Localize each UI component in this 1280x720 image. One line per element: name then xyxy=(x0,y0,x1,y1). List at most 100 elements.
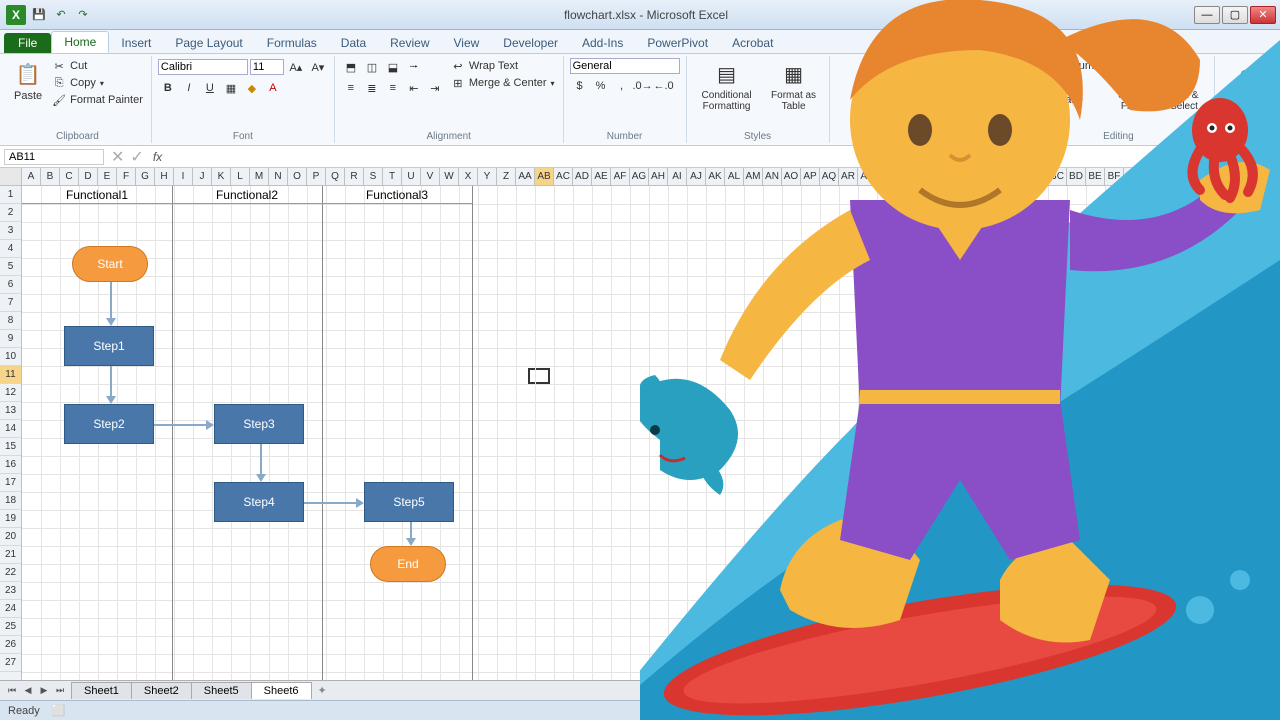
col-header-V[interactable]: V xyxy=(421,168,440,185)
row-header-14[interactable]: 14 xyxy=(0,420,21,438)
col-header-Z[interactable]: Z xyxy=(497,168,516,185)
col-header-AE[interactable]: AE xyxy=(592,168,611,185)
col-header-D[interactable]: D xyxy=(79,168,98,185)
col-header-F[interactable]: F xyxy=(117,168,136,185)
col-header-B[interactable]: B xyxy=(41,168,60,185)
file-tab[interactable]: File xyxy=(4,33,51,53)
paste-button[interactable]: 📋 Paste xyxy=(10,58,46,104)
row-header-7[interactable]: 7 xyxy=(0,294,21,312)
col-header-AG[interactable]: AG xyxy=(630,168,649,185)
col-header-AJ[interactable]: AJ xyxy=(687,168,706,185)
col-header-O[interactable]: O xyxy=(288,168,307,185)
sheet-nav-last-icon[interactable]: ⏭ xyxy=(52,683,68,699)
row-header-4[interactable]: 4 xyxy=(0,240,21,258)
col-header-Y[interactable]: Y xyxy=(478,168,497,185)
redo-icon[interactable]: ↷ xyxy=(74,6,92,24)
font-name-select[interactable] xyxy=(158,59,248,75)
enter-formula-icon[interactable]: ✓ xyxy=(127,147,146,167)
font-size-select[interactable] xyxy=(250,59,284,75)
tab-insert[interactable]: Insert xyxy=(109,33,163,53)
tab-data[interactable]: Data xyxy=(329,33,378,53)
col-header-AC[interactable]: AC xyxy=(554,168,573,185)
col-header-BD[interactable]: BD xyxy=(1067,168,1086,185)
sheet-tab-sheet5[interactable]: Sheet5 xyxy=(191,682,252,699)
col-header-AM[interactable]: AM xyxy=(744,168,763,185)
new-sheet-button[interactable]: ✦ xyxy=(312,682,333,699)
col-header-C[interactable]: C xyxy=(60,168,79,185)
row-header-27[interactable]: 27 xyxy=(0,654,21,672)
col-header-AW[interactable]: AW xyxy=(934,168,953,185)
col-header-J[interactable]: J xyxy=(193,168,212,185)
row-header-19[interactable]: 19 xyxy=(0,510,21,528)
col-header-BG[interactable]: BG xyxy=(1124,168,1143,185)
macro-record-icon[interactable]: ⬜ xyxy=(52,704,66,717)
tab-acrobat[interactable]: Acrobat xyxy=(720,33,785,53)
border-button[interactable]: ▦ xyxy=(221,79,241,97)
minimize-button[interactable]: — xyxy=(1194,6,1220,24)
row-header-20[interactable]: 20 xyxy=(0,528,21,546)
row-header-25[interactable]: 25 xyxy=(0,618,21,636)
sort-filter-button[interactable]: ⇅Sort & Filter xyxy=(1108,58,1156,114)
row-header-23[interactable]: 23 xyxy=(0,582,21,600)
tab-addins[interactable]: Add-Ins xyxy=(570,33,635,53)
col-header-AK[interactable]: AK xyxy=(706,168,725,185)
col-header-AV[interactable]: AV xyxy=(915,168,934,185)
col-header-P[interactable]: P xyxy=(307,168,326,185)
col-header-T[interactable]: T xyxy=(383,168,402,185)
flow-step3[interactable]: Step3 xyxy=(214,404,304,444)
tab-formulas[interactable]: Formulas xyxy=(255,33,329,53)
flow-step1[interactable]: Step1 xyxy=(64,326,154,366)
col-header-G[interactable]: G xyxy=(136,168,155,185)
orientation-icon[interactable]: ⭬ xyxy=(404,58,424,76)
tab-page-layout[interactable]: Page Layout xyxy=(163,33,254,53)
col-header-AZ[interactable]: AZ xyxy=(991,168,1010,185)
col-header-I[interactable]: I xyxy=(174,168,193,185)
row-header-13[interactable]: 13 xyxy=(0,402,21,420)
col-header-E[interactable]: E xyxy=(98,168,117,185)
fx-icon[interactable]: fx xyxy=(147,150,168,164)
col-header-W[interactable]: W xyxy=(440,168,459,185)
col-header-AQ[interactable]: AQ xyxy=(820,168,839,185)
underline-button[interactable]: U xyxy=(200,79,220,97)
flow-end[interactable]: End xyxy=(370,546,446,582)
col-header-BI[interactable]: BI xyxy=(1162,168,1181,185)
row-header-21[interactable]: 21 xyxy=(0,546,21,564)
currency-icon[interactable]: $ xyxy=(570,77,590,95)
col-header-AF[interactable]: AF xyxy=(611,168,630,185)
cancel-formula-icon[interactable]: ✕ xyxy=(108,147,127,167)
italic-button[interactable]: I xyxy=(179,79,199,97)
close-button[interactable]: ✕ xyxy=(1250,6,1276,24)
flow-step5[interactable]: Step5 xyxy=(364,482,454,522)
flow-step4[interactable]: Step4 xyxy=(214,482,304,522)
format-painter-button[interactable]: 🖌Format Painter xyxy=(50,92,145,108)
col-header-K[interactable]: K xyxy=(212,168,231,185)
save-icon[interactable]: 💾 xyxy=(30,6,48,24)
col-header-AA[interactable]: AA xyxy=(516,168,535,185)
row-header-11[interactable]: 11 xyxy=(0,366,21,384)
col-header-AH[interactable]: AH xyxy=(649,168,668,185)
col-header-S[interactable]: S xyxy=(364,168,383,185)
col-header-AI[interactable]: AI xyxy=(668,168,687,185)
col-header-R[interactable]: R xyxy=(345,168,364,185)
row-header-8[interactable]: 8 xyxy=(0,312,21,330)
indent-inc-icon[interactable]: ⇥ xyxy=(425,79,445,97)
sheet-tab-sheet1[interactable]: Sheet1 xyxy=(71,682,132,699)
name-box[interactable] xyxy=(4,149,104,165)
col-header-AD[interactable]: AD xyxy=(573,168,592,185)
percent-icon[interactable]: % xyxy=(591,77,611,95)
undo-icon[interactable]: ↶ xyxy=(52,6,70,24)
maximize-button[interactable]: ▢ xyxy=(1222,6,1248,24)
align-bottom-icon[interactable]: ⬓ xyxy=(383,58,403,76)
row-header-6[interactable]: 6 xyxy=(0,276,21,294)
tab-home[interactable]: Home xyxy=(51,31,109,53)
clear-button[interactable]: ⌫Clear▾ xyxy=(1029,92,1104,108)
row-header-1[interactable]: 1 xyxy=(0,186,21,204)
col-header-AY[interactable]: AY xyxy=(972,168,991,185)
formula-input[interactable] xyxy=(168,150,1280,164)
shrink-font-icon[interactable]: A▾ xyxy=(308,58,328,76)
sheet-nav-next-icon[interactable]: ▶ xyxy=(36,683,52,699)
bold-button[interactable]: B xyxy=(158,79,178,97)
col-header-AX[interactable]: AX xyxy=(953,168,972,185)
col-header-AP[interactable]: AP xyxy=(801,168,820,185)
tab-powerpivot[interactable]: PowerPivot xyxy=(635,33,720,53)
